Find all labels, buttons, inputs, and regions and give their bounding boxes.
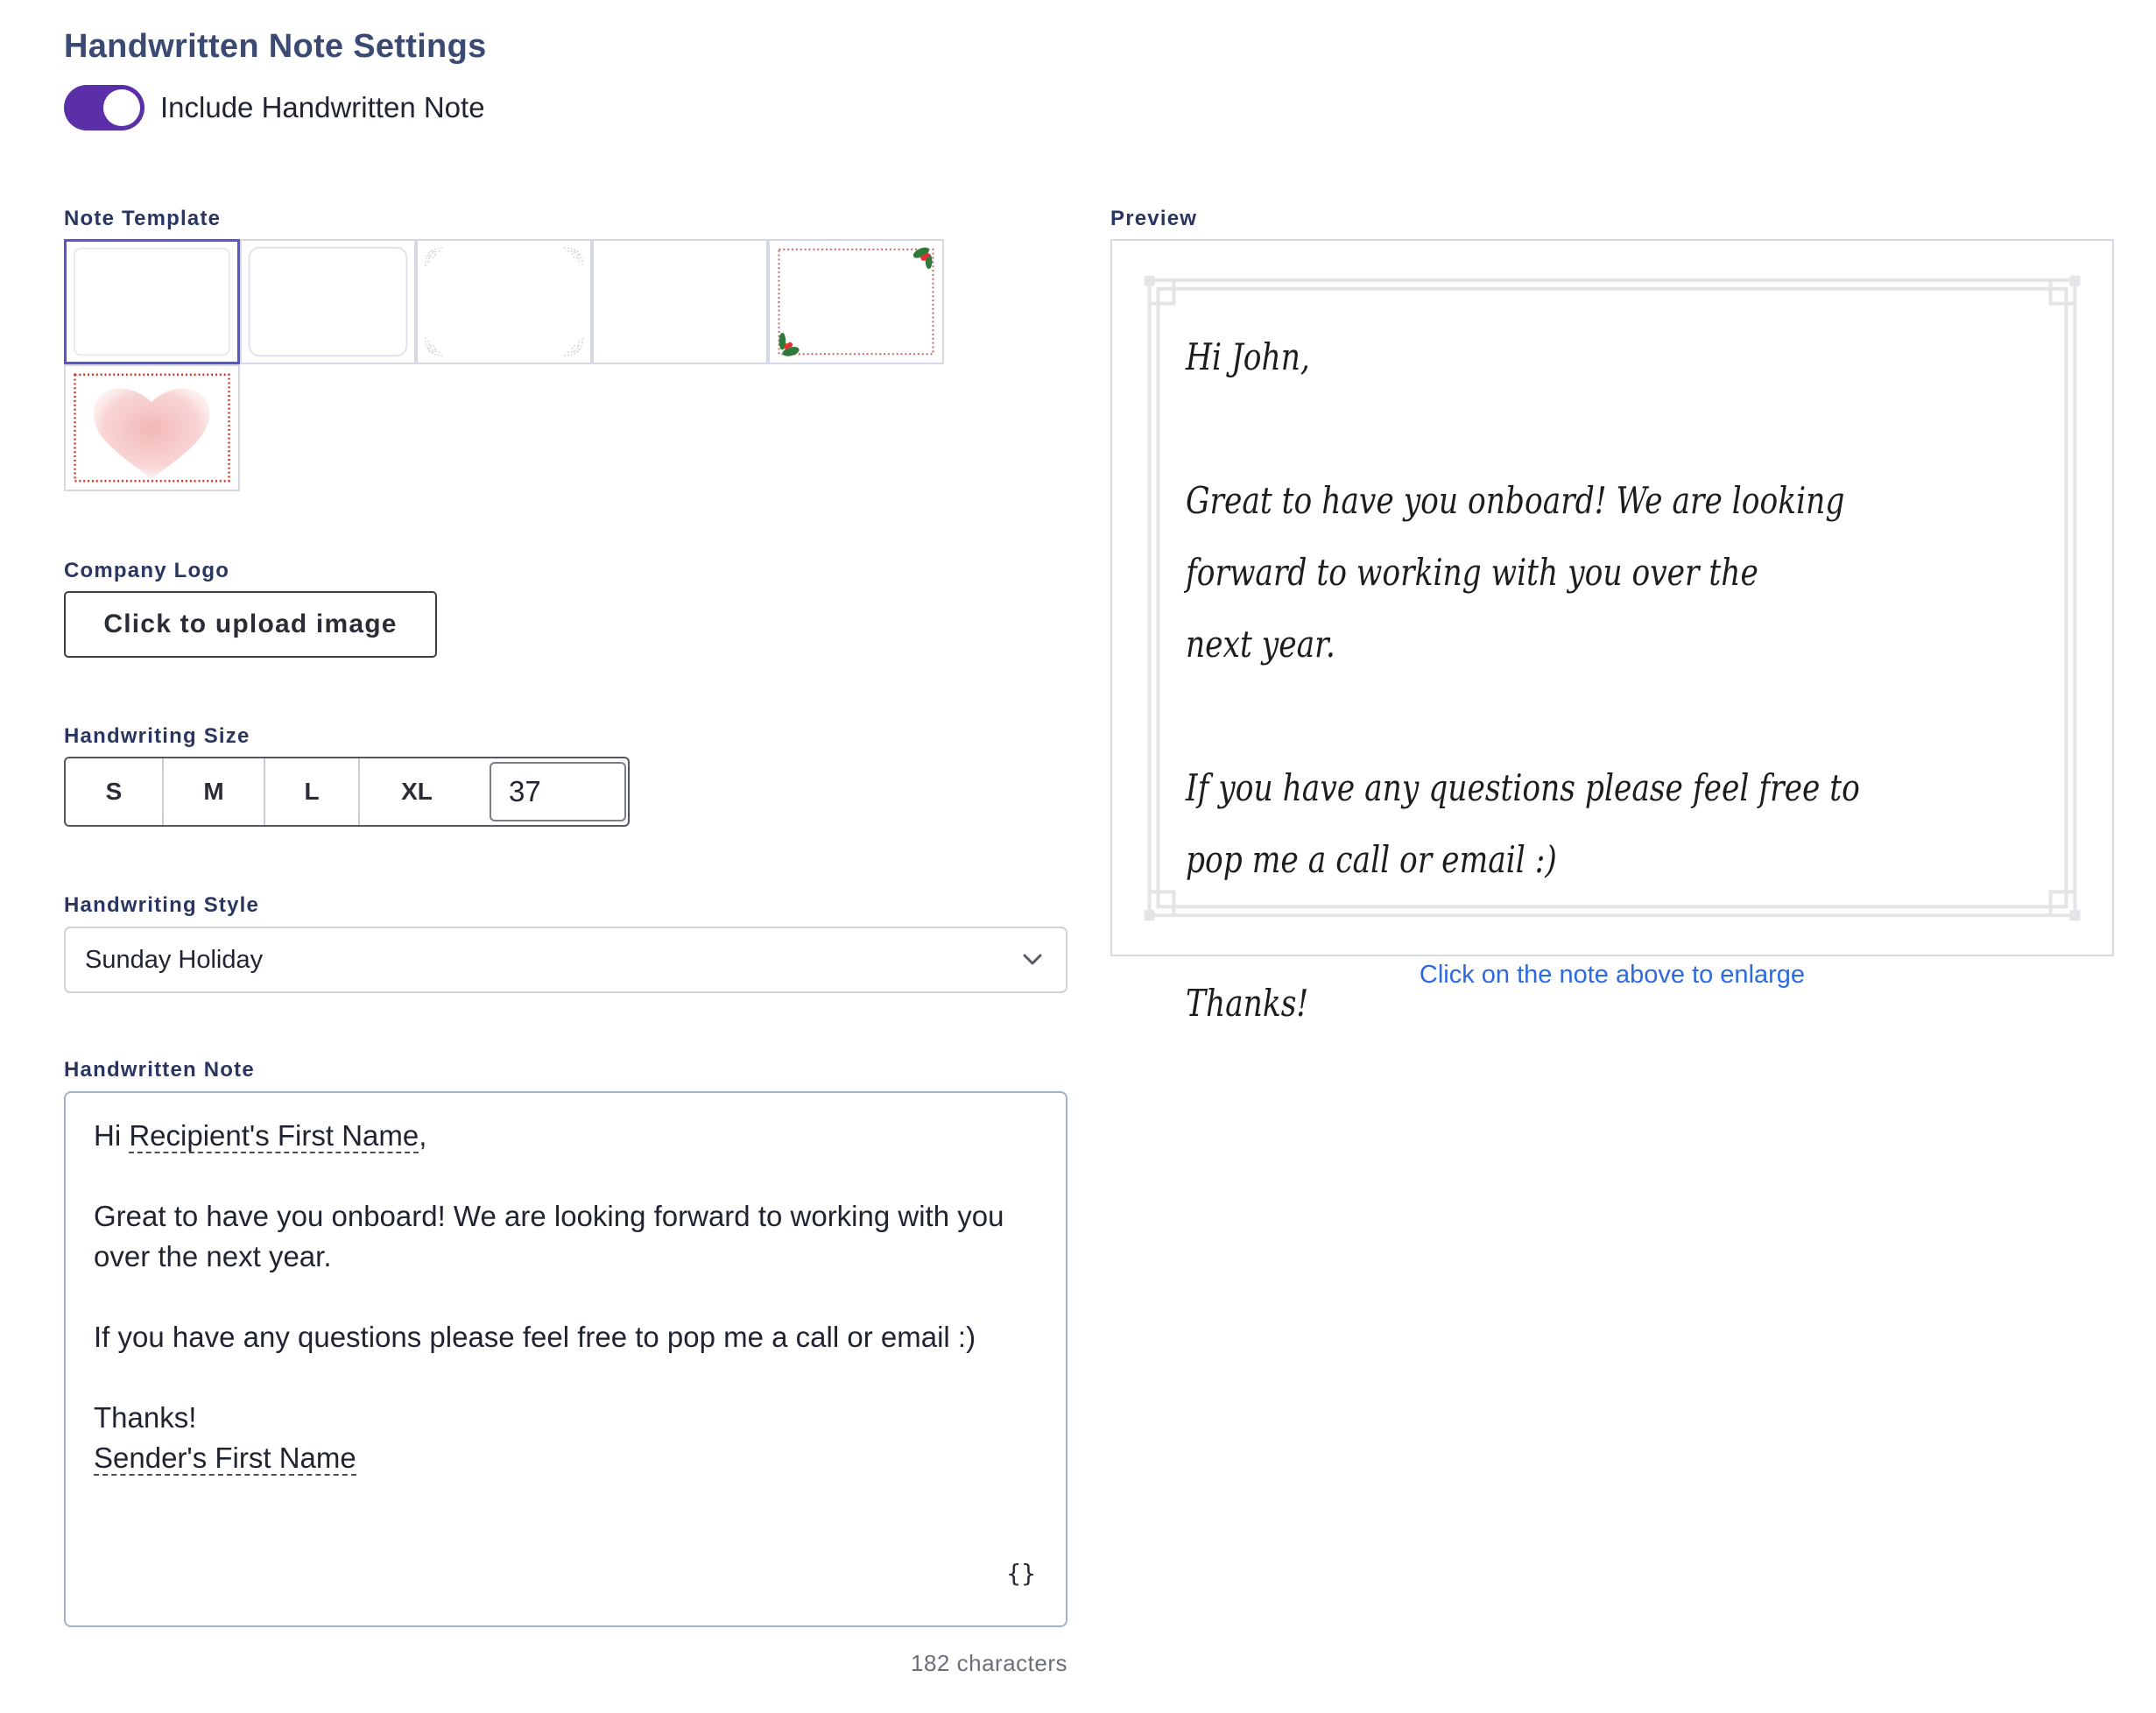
include-note-toggle-row: Include Handwritten Note (64, 85, 485, 130)
greeting-suffix: , (419, 1119, 427, 1152)
handwritten-note-label: Handwritten Note (64, 1058, 255, 1082)
page-title: Handwritten Note Settings (64, 28, 487, 65)
size-value-input[interactable]: 37 (490, 762, 626, 821)
chevron-down-icon (1023, 954, 1042, 965)
insert-variable-icon[interactable]: {} (1006, 1554, 1036, 1594)
holly-thumbnail (778, 247, 934, 356)
preview-handwritten-text: Hi John, Great to have you onboard! We a… (1186, 321, 1904, 1040)
size-button-m[interactable]: M (164, 758, 265, 825)
handwriting-style-value: Sunday Holiday (85, 945, 264, 974)
template-option-heart[interactable] (64, 364, 240, 491)
preview-greeting: Hi John, (1186, 335, 1310, 378)
note-template-label: Note Template (64, 207, 222, 230)
template-rounded-thumbnail (248, 246, 408, 357)
note-closing: Thanks! (94, 1401, 197, 1434)
heart-icon (93, 388, 210, 479)
size-button-xl[interactable]: XL (360, 758, 474, 825)
note-settings-page: Handwritten Note Settings Include Handwr… (0, 0, 2156, 1713)
preview-line-1: Great to have you onboard! We are lookin… (1186, 479, 1845, 594)
include-note-label: Include Handwritten Note (160, 91, 485, 123)
template-option-rounded[interactable] (240, 239, 416, 364)
template-lace-thumbnail (424, 247, 584, 356)
preview-line-2: next year. (1186, 623, 1335, 666)
heart-thumbnail (74, 373, 230, 483)
template-option-plain[interactable] (64, 239, 240, 364)
company-logo-label: Company Logo (64, 559, 230, 582)
sender-first-name-token[interactable]: Sender's First Name (94, 1442, 356, 1476)
character-count: 182 characters (911, 1650, 1067, 1676)
handwriting-style-label: Handwriting Style (64, 893, 260, 917)
note-greeting-line: Hi Recipient's First Name, (94, 1116, 1038, 1156)
preview-line-3: If you have any questions please feel fr… (1186, 766, 1860, 881)
note-signature-line: Sender's First Name (94, 1438, 1038, 1478)
greeting-prefix: Hi (94, 1119, 130, 1152)
enlarge-preview-link[interactable]: Click on the note above to enlarge (1110, 961, 2114, 990)
template-blank-thumbnail (594, 241, 766, 363)
template-plain-thumbnail (73, 247, 231, 356)
handwritten-note-editor[interactable]: Hi Recipient's First Name, Great to have… (64, 1091, 1067, 1627)
handwriting-size-group: S M L XL 37 (64, 757, 630, 827)
template-option-lace-corners[interactable] (416, 239, 592, 364)
note-paragraph-1: Great to have you onboard! We are lookin… (94, 1200, 1004, 1272)
handwriting-style-select[interactable]: Sunday Holiday (64, 927, 1067, 993)
handwriting-size-label: Handwriting Size (64, 724, 250, 748)
upload-image-button[interactable]: Click to upload image (64, 591, 437, 658)
template-option-holly[interactable] (768, 239, 944, 364)
preview-label: Preview (1110, 207, 1198, 230)
template-option-blank[interactable] (592, 239, 768, 364)
note-paragraph-2: If you have any questions please feel fr… (94, 1321, 976, 1353)
size-button-l[interactable]: L (265, 758, 360, 825)
include-note-toggle[interactable] (64, 85, 144, 130)
size-button-s[interactable]: S (66, 758, 164, 825)
recipient-first-name-token[interactable]: Recipient's First Name (129, 1119, 419, 1153)
toggle-knob (103, 89, 140, 126)
note-preview[interactable]: Hi John, Great to have you onboard! We a… (1110, 239, 2114, 1025)
